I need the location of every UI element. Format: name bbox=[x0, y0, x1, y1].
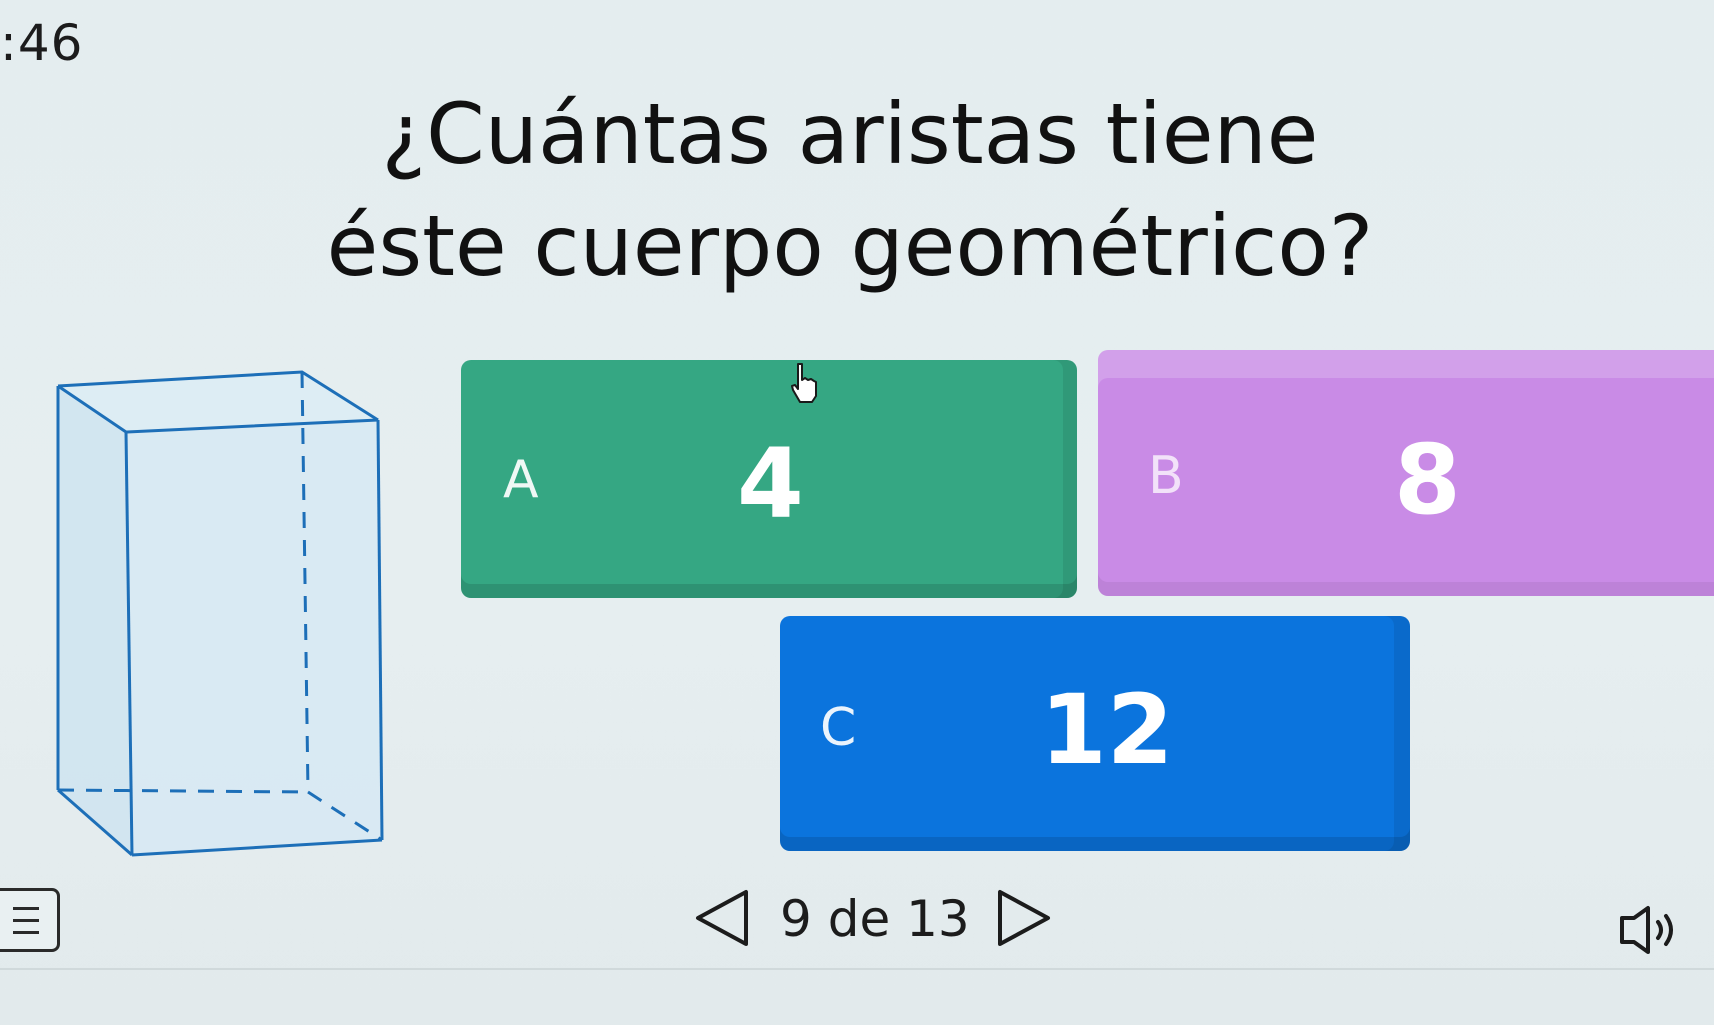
option-b-value: 8 bbox=[1394, 424, 1461, 536]
triangle-right-icon[interactable] bbox=[992, 886, 1056, 950]
option-c-letter: C bbox=[820, 698, 857, 758]
question-text: ¿Cuántas aristas tiene éste cuerpo geomé… bbox=[200, 78, 1500, 302]
option-b-letter: B bbox=[1148, 446, 1184, 506]
timer: :46 bbox=[0, 14, 84, 72]
prism-figure bbox=[56, 370, 384, 857]
option-c-button[interactable]: C 12 bbox=[780, 616, 1410, 851]
speaker-icon[interactable] bbox=[1618, 900, 1690, 960]
menu-button[interactable] bbox=[0, 888, 60, 952]
footer-divider bbox=[0, 968, 1714, 970]
hand-pointer-icon bbox=[791, 363, 817, 403]
pager: 9 de 13 bbox=[690, 880, 1090, 960]
triangle-left-icon[interactable] bbox=[690, 886, 754, 950]
option-a-letter: A bbox=[503, 450, 539, 510]
option-a-button[interactable]: A 4 bbox=[461, 360, 1077, 598]
option-a-value: 4 bbox=[737, 428, 804, 540]
option-b-button[interactable]: B 8 bbox=[1098, 350, 1714, 596]
option-c-value: 12 bbox=[1040, 674, 1174, 786]
question-line-2: éste cuerpo geométrico? bbox=[326, 197, 1374, 295]
page-indicator: 9 de 13 bbox=[780, 890, 970, 948]
question-line-1: ¿Cuántas aristas tiene bbox=[381, 85, 1319, 183]
